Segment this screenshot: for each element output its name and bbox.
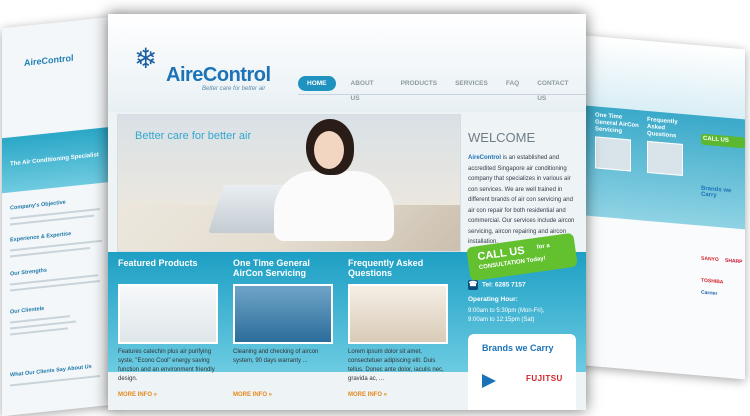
snowflake-icon: ❄ (134, 43, 158, 74)
left-page-heading: Our Strengths (10, 267, 47, 278)
left-page-logo: AireControl (24, 52, 74, 68)
more-info-link[interactable]: MORE INFO » (233, 392, 272, 398)
nav-faq[interactable]: FAQ (497, 76, 528, 91)
hero-person (274, 171, 394, 241)
column-title: Featured Products (118, 258, 198, 268)
left-page-heading: Our Clientele (10, 305, 45, 316)
right-page-tile-title: Frequently Asked Questions (647, 116, 678, 140)
right-page-thumbnail (647, 140, 683, 177)
hours-line: 9:00am to 12:15pm (Sat) (468, 317, 535, 323)
daikin-logo[interactable] (482, 374, 496, 388)
nav-contact-us[interactable]: CONTACT US (528, 76, 586, 102)
welcome-title: WELCOME (468, 130, 536, 145)
hero-banner: Better care for better air (117, 114, 461, 252)
hours-list: 9:00am to 5:30pm (Mon-Fri), 9:00am to 12… (468, 307, 544, 325)
faq-image[interactable] (348, 284, 448, 344)
background-page-right: One Time General AirCon Servicing Freque… (575, 34, 745, 380)
brand-logo: Carrier (701, 289, 718, 298)
column-faq: Frequently Asked Questions Lorem ipsum d… (348, 258, 452, 398)
brand-logo: SANYO (701, 255, 719, 264)
fujitsu-logo[interactable]: FUJITSU (526, 374, 563, 383)
phone-number: Tel: 6285 7157 (482, 281, 526, 289)
hours-line: 9:00am to 5:30pm (Mon-Fri), (468, 308, 545, 314)
brands-title: Brands we Carry (482, 343, 554, 353)
main-page: ❄ AireControl Better care for better air… (108, 14, 586, 410)
nav-about-us[interactable]: ABOUT US (342, 76, 392, 102)
hours-title: Operating Hour: (468, 296, 518, 303)
site-tagline: Better care for better air (202, 86, 266, 92)
hero-slogan: Better care for better air (135, 130, 252, 142)
column-description: Lorem ipsum dolor sit amet, consectetuer… (348, 349, 444, 382)
column-featured-products: Featured Products Features catechin plus… (118, 258, 222, 398)
column-aircon-servicing: One Time General AirCon Servicing Cleani… (233, 258, 337, 398)
hero-person-face (314, 131, 344, 169)
main-nav: HOME ABOUT US PRODUCTS SERVICES FAQ CONT… (298, 75, 586, 102)
welcome-company: AireControl (468, 155, 501, 161)
column-title: One Time General AirCon Servicing (233, 258, 310, 278)
site-logo[interactable]: AireControl (166, 64, 271, 87)
brand-logo: TOSHIBA (701, 277, 724, 286)
phone-contact: ☎ Tel: 6285 7157 (468, 280, 526, 290)
column-description: Cleaning and checking of aircon system, … (233, 349, 319, 364)
left-page-heading: Experience & Expertise (10, 231, 72, 244)
text-line (10, 327, 68, 336)
nav-services[interactable]: SERVICES (446, 76, 497, 91)
background-page-left: AireControl The Air Conditioning Special… (2, 15, 122, 416)
left-page-banner: The Air Conditioning Specialist (2, 125, 122, 194)
left-page-heading: Company's Objective (10, 199, 66, 212)
right-page-tile-title: One Time General AirCon Servicing (595, 112, 639, 135)
welcome-body: is an established and accredited Singapo… (468, 155, 575, 245)
left-page-banner-title: The Air Conditioning Specialist (10, 152, 99, 168)
nav-products[interactable]: PRODUCTS (392, 76, 446, 91)
servicing-image[interactable] (233, 284, 333, 344)
brand-logo: SHARP (725, 257, 743, 266)
right-page-thumbnail (595, 136, 631, 172)
more-info-link[interactable]: MORE INFO » (348, 392, 387, 398)
brands-panel: Brands we Carry FUJITSU (468, 334, 576, 410)
more-info-link[interactable]: MORE INFO » (118, 392, 157, 398)
aircon-product-image[interactable] (118, 284, 218, 344)
phone-icon: ☎ (468, 280, 478, 290)
column-title: Frequently Asked Questions (348, 258, 424, 278)
column-description: Features catechin plus air purifying sys… (118, 349, 215, 382)
call-us-for: for a (536, 243, 551, 251)
site-header: ❄ AireControl Better care for better air… (108, 14, 586, 112)
nav-home[interactable]: HOME (298, 76, 336, 91)
